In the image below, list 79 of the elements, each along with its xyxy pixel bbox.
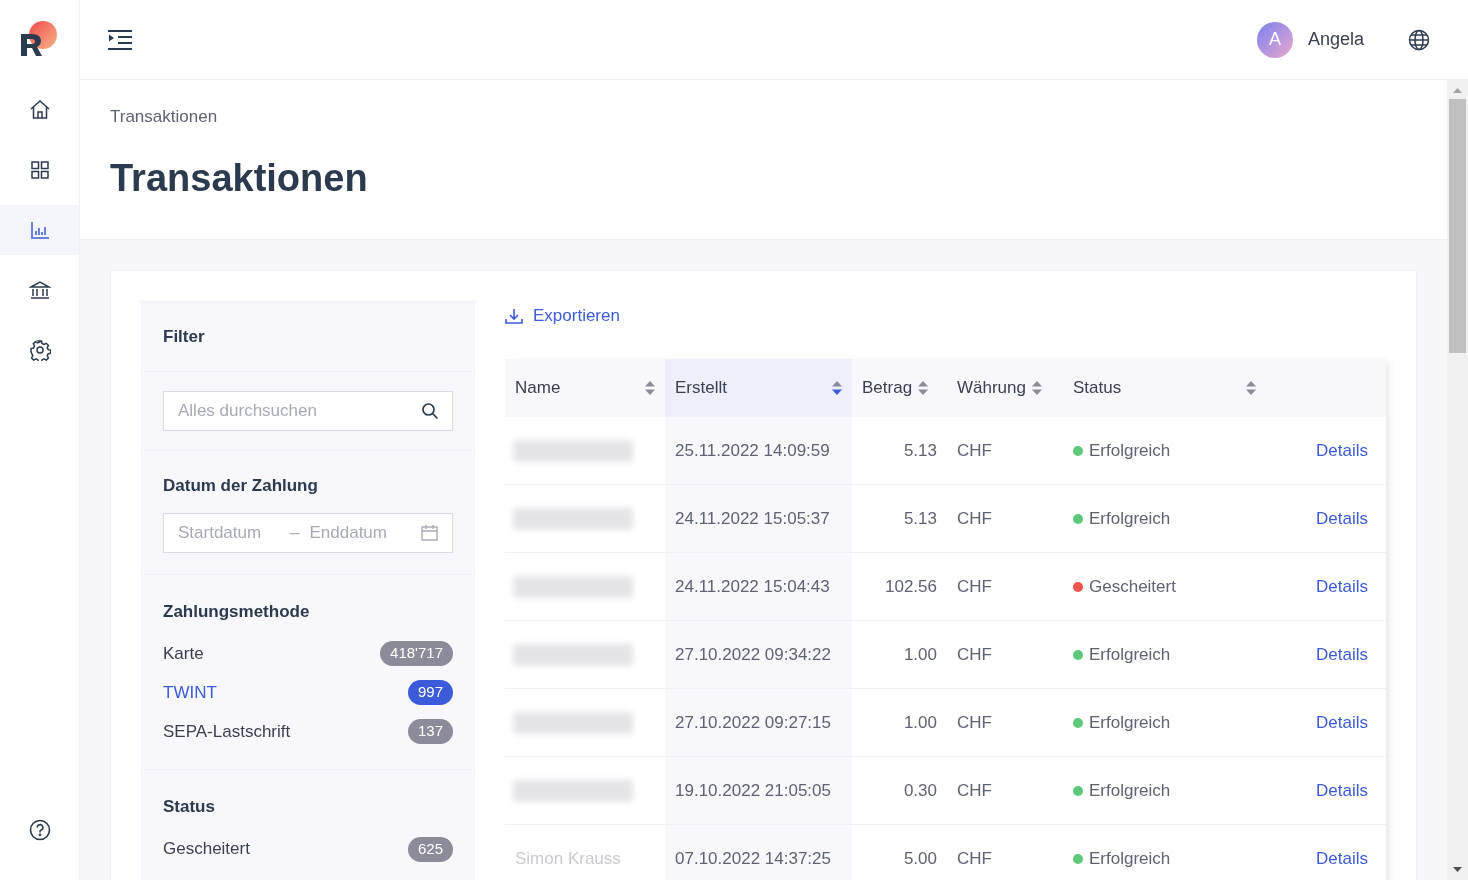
count-badge: 625 [407, 836, 453, 862]
column-header[interactable]: Status [1063, 359, 1280, 417]
table-cell-text: 5.13 [903, 439, 937, 462]
column-header[interactable]: Währung [947, 359, 1063, 417]
table-cell-text: CHF [957, 643, 992, 666]
section-title: Zahlungsmethode [163, 600, 311, 623]
help-icon[interactable] [28, 819, 51, 841]
home-icon [28, 99, 51, 121]
status-text: Gescheitert [1089, 575, 1176, 598]
details-link[interactable]: Details [1316, 777, 1368, 804]
scroll-down-icon[interactable] [1453, 867, 1462, 872]
date-separator: – [290, 521, 300, 544]
bar-chart-icon [28, 219, 51, 241]
start-date-placeholder: Startdatum [178, 521, 263, 544]
details-link[interactable]: Details [1316, 505, 1368, 532]
column-header[interactable]: Erstellt [665, 359, 852, 417]
status-text: Erfolgreich [1089, 507, 1171, 530]
scrollbar[interactable] [1447, 80, 1468, 880]
details-link[interactable]: Details [1316, 437, 1368, 464]
table-cell-text: CHF [957, 575, 992, 598]
sort-icon [918, 380, 929, 396]
table-cell-text: 5.00 [903, 847, 937, 870]
export-button[interactable]: Exportieren [505, 303, 620, 329]
table-cell-text: 25.11.2022 14:09:59 [675, 439, 830, 462]
details-link[interactable]: Details [1316, 845, 1368, 872]
page-title: Transaktionen [110, 155, 369, 201]
filter-option[interactable]: SEPA-Lastschrift [163, 718, 291, 745]
table-cell-text: 0.30 [903, 779, 937, 802]
table-cell-text: 27.10.2022 09:34:22 [675, 643, 831, 666]
search-field[interactable]: Alles durchsuchen [163, 391, 453, 431]
table-cell-text: 24.11.2022 15:05:37 [675, 507, 830, 530]
table-cell-text: 07.10.2022 14:37:25 [675, 847, 831, 870]
calendar-icon [421, 524, 438, 541]
table-cell-text: 102.56 [885, 575, 937, 598]
table-cell-text: 27.10.2022 09:27:15 [675, 711, 831, 734]
status-text: Erfolgreich [1089, 643, 1171, 666]
section-title: Status [163, 796, 216, 818]
table-cell-text: CHF [957, 439, 992, 462]
table-cell-text: 5.13 [903, 507, 937, 530]
status-text: Erfolgreich [1089, 779, 1171, 802]
details-link[interactable]: Details [1316, 709, 1368, 736]
column-header[interactable]: Name [505, 359, 665, 417]
sort-icon [1246, 380, 1256, 396]
filter-option[interactable]: TWINT [163, 679, 217, 706]
table-cell-text: CHF [957, 507, 992, 530]
settings-icon [28, 339, 51, 361]
user-name[interactable]: Angela [1307, 26, 1364, 53]
table-cell-text: 24.11.2022 15:04:43 [675, 575, 830, 598]
menu-icon[interactable] [108, 29, 132, 50]
details-link[interactable]: Details [1316, 573, 1368, 600]
count-badge: 137 [407, 719, 453, 744]
sort-icon [832, 380, 842, 396]
status-text: Erfolgreich [1089, 847, 1171, 870]
bank-icon [28, 279, 51, 301]
details-link[interactable]: Details [1316, 641, 1368, 668]
grid-icon [28, 159, 51, 181]
end-date-placeholder: Enddatum [309, 521, 388, 544]
table-cell-text: CHF [957, 779, 992, 802]
table-cell-text: 1.00 [903, 643, 937, 666]
filter-option[interactable]: Karte [163, 640, 204, 667]
scrollbar-thumb[interactable] [1449, 99, 1466, 353]
filter-title: Filter [163, 325, 205, 348]
search-icon [421, 402, 439, 420]
status-text: Erfolgreich [1089, 439, 1171, 462]
sort-icon [1032, 380, 1042, 396]
table-cell-text: CHF [957, 847, 992, 870]
status-text: Erfolgreich [1089, 711, 1171, 734]
filter-option[interactable]: Gescheitert [163, 836, 250, 862]
table-cell-text: 19.10.2022 21:05:05 [675, 779, 831, 802]
table-cell-text: CHF [957, 711, 992, 734]
breadcrumb[interactable]: Transaktionen [110, 104, 1447, 130]
globe-icon[interactable] [1408, 28, 1430, 51]
count-badge: 418'717 [380, 641, 453, 666]
table-cell-text: 1.00 [903, 711, 937, 734]
section-title: Datum der Zahlung [163, 475, 319, 497]
sort-icon [645, 380, 655, 396]
download-icon [505, 308, 523, 324]
column-header[interactable]: Betrag [852, 359, 947, 417]
count-badge: 997 [407, 680, 453, 705]
